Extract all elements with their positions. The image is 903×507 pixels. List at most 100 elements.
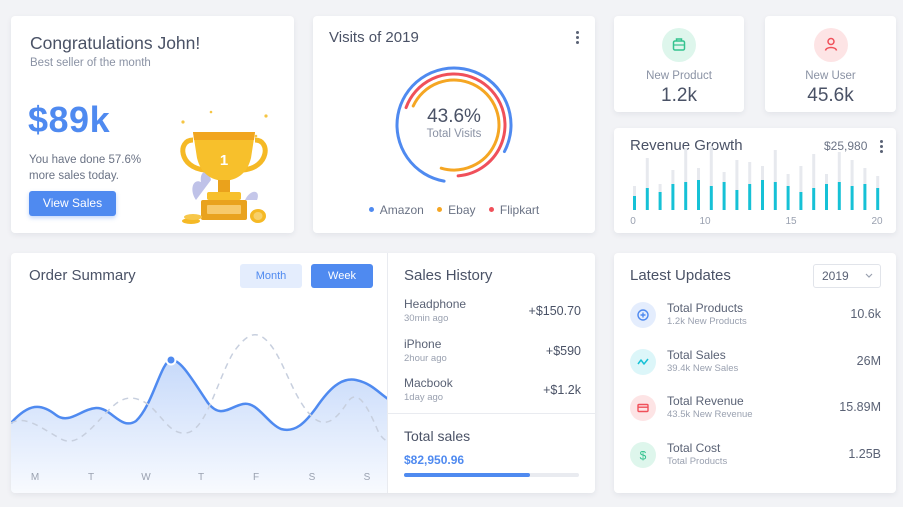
- revenue-bar: [786, 186, 790, 210]
- revenue-bar: [671, 184, 675, 210]
- x-tick-label: 15: [785, 216, 797, 227]
- update-item[interactable]: Total Sales 39.4k New Sales 26M: [630, 347, 882, 377]
- sale-value: +$150.70: [528, 304, 581, 318]
- revenue-bar-bg: [735, 160, 739, 190]
- legend-item: Ebay: [437, 203, 476, 217]
- revenue-bar-bg: [850, 160, 854, 186]
- revenue-bar: [684, 182, 688, 210]
- revenue-bar: [697, 180, 700, 210]
- revenue-bar: [658, 192, 662, 210]
- year-select[interactable]: 2019: [813, 264, 881, 288]
- revenue-bar-bg: [658, 184, 662, 192]
- tab-month[interactable]: Month: [240, 264, 302, 288]
- visits-card: Visits of 2019 43.6% Total Visits Amazon…: [313, 16, 595, 233]
- new-user-label: New User: [805, 70, 856, 82]
- legend-label: Flipkart: [499, 203, 540, 217]
- update-value: 15.89M: [839, 400, 881, 414]
- revenue-bar-bg: [825, 174, 828, 184]
- update-sub: 43.5k New Revenue: [667, 409, 753, 420]
- new-user-value: 45.6k: [807, 85, 854, 106]
- dollar-icon: $: [630, 442, 656, 468]
- revenue-bar: [876, 188, 880, 210]
- update-item[interactable]: Total Products 1.2k New Products 10.6k: [630, 300, 882, 330]
- x-tick-label: F: [253, 472, 259, 483]
- latest-updates-title: Latest Updates: [630, 267, 731, 284]
- update-sub: 39.4k New Sales: [667, 363, 739, 374]
- revenue-bar: [645, 188, 649, 210]
- legend-label: Amazon: [379, 203, 424, 217]
- visits-title: Visits of 2019: [329, 29, 419, 46]
- revenue-bar-bg: [876, 176, 880, 188]
- tab-week[interactable]: Week: [311, 264, 373, 288]
- sales-history-item[interactable]: iPhone 2hour ago +$590: [404, 337, 584, 364]
- divider: [388, 413, 595, 414]
- new-product-value: 1.2k: [661, 85, 697, 106]
- revenue-bar-bg: [761, 166, 764, 180]
- update-name: Total Revenue: [667, 394, 744, 408]
- revenue-bar-bg: [671, 170, 675, 184]
- revenue-bar-bg: [748, 162, 752, 184]
- chevron-down-icon: [865, 273, 873, 278]
- update-item[interactable]: $ Total Cost Total Products 1.25B: [630, 440, 882, 470]
- revenue-bar: [722, 182, 726, 210]
- new-product-label: New Product: [646, 70, 712, 82]
- update-item[interactable]: Total Revenue 43.5k New Revenue 15.89M: [630, 393, 882, 423]
- x-tick-label: 10: [699, 216, 711, 227]
- x-tick-label: W: [141, 472, 151, 483]
- more-options-icon[interactable]: [576, 31, 580, 46]
- update-name: Total Products: [667, 301, 744, 315]
- order-summary-area-chart: M T W T F S S: [11, 333, 388, 493]
- revenue-bar: [799, 192, 803, 210]
- total-sales-value: $82,950.96: [404, 453, 465, 467]
- revenue-bar-bg: [722, 172, 726, 182]
- new-user-card: New User 45.6k: [765, 16, 896, 112]
- revenue-bar-bg: [697, 168, 700, 180]
- revenue-bar: [825, 184, 828, 210]
- revenue-bar: [709, 186, 713, 210]
- legend-label: Ebay: [448, 203, 476, 217]
- congrats-subtitle: Best seller of the month: [30, 57, 151, 69]
- revenue-bar: [837, 182, 841, 210]
- sales-history-item[interactable]: Macbook 1day ago +$1.2k: [404, 376, 584, 403]
- update-value: 10.6k: [850, 307, 881, 321]
- sale-value: +$590: [545, 344, 581, 358]
- update-sub: 1.2k New Products: [667, 316, 747, 327]
- x-tick-label: T: [88, 472, 94, 483]
- revenue-bar-bg: [645, 158, 649, 188]
- sales-history-item[interactable]: Headphone 30min ago +$150.70: [404, 297, 584, 324]
- revenue-bar-bg: [812, 154, 816, 188]
- congrats-title: Congratulations John!: [30, 33, 201, 53]
- update-sub: Total Products: [667, 456, 728, 467]
- order-summary-card: M T W T F S S Order Summary Month Week S…: [11, 253, 595, 493]
- latest-updates-card: Latest Updates 2019 Total Products 1.2k …: [614, 253, 896, 493]
- x-tick-label: 20: [871, 216, 883, 227]
- legend-dot: [437, 207, 443, 213]
- congrats-message: You have done 57.6% more sales today.: [29, 154, 142, 182]
- update-name: Total Cost: [667, 441, 721, 455]
- revenue-bar: [735, 190, 739, 210]
- sale-value: +$1.2k: [543, 383, 581, 397]
- x-tick-label: T: [198, 472, 204, 483]
- congrats-amount: $89k: [28, 99, 111, 140]
- x-tick-label: S: [309, 472, 316, 483]
- card-icon: [630, 395, 656, 421]
- revenue-bar: [850, 186, 854, 210]
- x-tick-label: 0: [630, 216, 636, 227]
- plus-circle-icon: [630, 302, 656, 328]
- revenue-bar: [748, 184, 752, 210]
- congrats-card: Congratulations John! Best seller of the…: [11, 16, 294, 233]
- revenue-bar: [773, 182, 777, 210]
- order-summary-title: Order Summary: [29, 267, 136, 284]
- legend-item: Amazon: [368, 203, 424, 217]
- trophy-icon: 1: [180, 110, 268, 224]
- svg-text:1: 1: [220, 152, 228, 169]
- revenue-growth-card: Revenue Growth $25,980 0 10 15 20: [614, 128, 896, 233]
- view-sales-button[interactable]: View Sales: [29, 191, 116, 216]
- revenue-bar-bg: [633, 186, 636, 196]
- year-select-value: 2019: [822, 269, 849, 283]
- revenue-bar-bg: [863, 168, 867, 184]
- revenue-bar: [812, 188, 816, 210]
- revenue-bar-bg: [799, 166, 803, 192]
- revenue-bar-bg: [709, 146, 713, 186]
- chart-point[interactable]: [165, 354, 177, 366]
